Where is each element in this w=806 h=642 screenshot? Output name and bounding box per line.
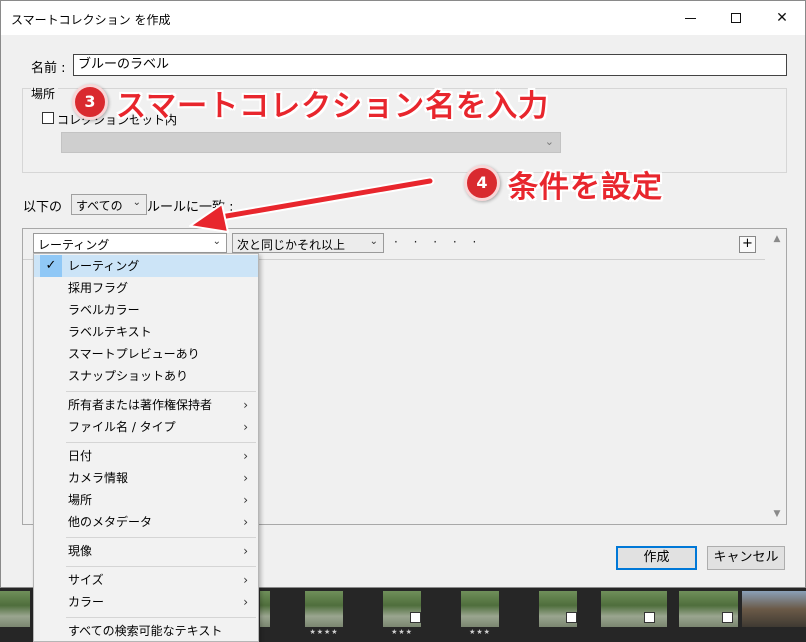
filmstrip-thumbnail[interactable]: ★★★★ [285, 588, 363, 642]
add-rule-button[interactable]: + [739, 236, 756, 253]
chevron-right-icon: › [243, 573, 248, 587]
step-4-callout: 条件を設定 [508, 170, 663, 205]
close-button[interactable]: ✕ [759, 1, 805, 35]
edit-badge-icon [410, 612, 421, 623]
edit-badge-icon [644, 612, 655, 623]
create-button[interactable]: 作成 [616, 546, 697, 570]
chevron-right-icon: › [243, 398, 248, 412]
rating-value-dots[interactable]: · · · · · [394, 235, 482, 249]
edit-badge-icon [722, 612, 733, 623]
menu-separator [66, 537, 256, 538]
rating-stars: ★★★ [391, 628, 413, 636]
close-icon: ✕ [776, 10, 788, 26]
chevron-down-icon: ⌄ [212, 236, 221, 247]
menu-item-label: 採用フラグ [68, 281, 129, 295]
match-mode-select[interactable]: すべての ⌄ [71, 194, 147, 215]
menu-separator [66, 617, 256, 618]
menu-item-develop[interactable]: 現像 › [34, 540, 258, 562]
maximize-icon [731, 13, 741, 23]
location-label: 場所 [31, 85, 59, 102]
minimize-icon [684, 17, 696, 19]
menu-item-date[interactable]: 日付 › [34, 445, 258, 467]
menu-item-label: スナップショットあり [68, 369, 189, 383]
chevron-right-icon: › [243, 493, 248, 507]
step-3-badge: 3 [72, 84, 108, 120]
menu-item-label: ラベルカラー [68, 303, 140, 317]
step-4-badge: 4 [464, 165, 500, 201]
collection-name-input[interactable]: ブルーのラベル [73, 54, 787, 76]
menu-item-label: すべての検索可能なテキスト [68, 624, 223, 638]
menu-item-label: ファイル名 / タイプ [68, 420, 176, 434]
menu-item-label: 日付 [68, 449, 93, 463]
cancel-button[interactable]: キャンセル [707, 546, 785, 570]
rule-operator-select[interactable]: 次と同じかそれ以上 ⌄ [232, 233, 384, 253]
menu-item-pick-flag[interactable]: 採用フラグ [34, 277, 258, 299]
menu-item-label: スマートプレビューあり [68, 347, 200, 361]
menu-item-label: 現像 [68, 544, 93, 558]
chevron-down-icon: ⌄ [369, 236, 378, 247]
menu-separator [66, 391, 256, 392]
scroll-up-icon[interactable]: ▲ [768, 231, 786, 247]
menu-item-label: ラベルテキスト [68, 325, 152, 339]
menu-item-label-text[interactable]: ラベルテキスト [34, 321, 258, 343]
chevron-right-icon: › [243, 420, 248, 434]
match-suffix-label: ルールに一致 : [147, 200, 234, 215]
menu-item-searchable-text[interactable]: すべての検索可能なテキスト [34, 620, 258, 642]
edit-badge-icon [566, 612, 577, 623]
step-3-callout: スマートコレクション名を入力 [116, 89, 550, 124]
filmstrip-thumbnail[interactable] [738, 588, 806, 642]
menu-item-label: カメラ情報 [68, 471, 129, 485]
collection-set-checkbox[interactable] [42, 112, 54, 124]
chevron-right-icon: › [243, 471, 248, 485]
chevron-right-icon: › [243, 595, 248, 609]
filmstrip-thumbnail[interactable]: ★★★ [441, 588, 519, 642]
menu-separator [66, 566, 256, 567]
menu-item-snapshot[interactable]: スナップショットあり [34, 365, 258, 387]
menu-item-copyright[interactable]: 所有者または著作権保持者 › [34, 394, 258, 416]
rule-criterion-select[interactable]: レーティング ⌄ [33, 233, 227, 253]
chevron-right-icon: › [243, 544, 248, 558]
filmstrip-thumbnail[interactable] [519, 588, 597, 642]
menu-item-label-color[interactable]: ラベルカラー [34, 299, 258, 321]
menu-item-label: 所有者または著作権保持者 [68, 398, 213, 412]
rule-operator-value: 次と同じかそれ以上 [237, 238, 346, 252]
menu-item-label: 他のメタデータ [68, 515, 153, 529]
menu-separator [66, 442, 256, 443]
maximize-button[interactable] [713, 1, 759, 35]
menu-item-label: レーティング [68, 259, 140, 273]
menu-item-label: カラー [68, 595, 105, 609]
menu-item-location[interactable]: 場所 › [34, 489, 258, 511]
chevron-down-icon: ⌄ [132, 197, 141, 208]
menu-item-size[interactable]: サイズ › [34, 569, 258, 591]
chevron-down-icon: ⌄ [544, 135, 554, 148]
menu-item-color[interactable]: カラー › [34, 591, 258, 613]
menu-item-other-metadata[interactable]: 他のメタデータ › [34, 511, 258, 533]
criterion-dropdown-menu: ✓ レーティング 採用フラグ ラベルカラー ラベルテキスト スマートプレビューあ… [33, 253, 259, 642]
chevron-right-icon: › [243, 449, 248, 463]
menu-item-filename[interactable]: ファイル名 / タイプ › [34, 416, 258, 438]
menu-item-camera-info[interactable]: カメラ情報 › [34, 467, 258, 489]
rating-stars: ★★★ [469, 628, 491, 636]
collection-set-select: ⌄ [61, 132, 561, 153]
menu-item-label: サイズ [68, 573, 104, 587]
dialog-title: スマートコレクション を作成 [11, 13, 171, 27]
title-bar: スマートコレクション を作成 ✕ [1, 1, 805, 35]
filmstrip-thumbnail[interactable] [597, 588, 675, 642]
filmstrip-thumbnail[interactable]: ★★★ [363, 588, 441, 642]
menu-item-rating[interactable]: ✓ レーティング [34, 255, 258, 277]
match-mode-value: すべての [76, 199, 123, 213]
rules-scrollbar[interactable]: ▲ ▼ [768, 229, 786, 524]
checkmark-icon: ✓ [40, 255, 62, 277]
minimize-button[interactable] [667, 1, 713, 35]
name-label: 名前 : [31, 61, 66, 76]
scroll-down-icon[interactable]: ▼ [768, 506, 786, 522]
rating-stars: ★★★★ [309, 628, 339, 636]
menu-item-label: 場所 [68, 493, 93, 507]
menu-item-smart-preview[interactable]: スマートプレビューあり [34, 343, 258, 365]
match-prefix-label: 以下の [23, 200, 63, 215]
chevron-right-icon: › [243, 515, 248, 529]
rule-criterion-value: レーティング [38, 238, 110, 252]
